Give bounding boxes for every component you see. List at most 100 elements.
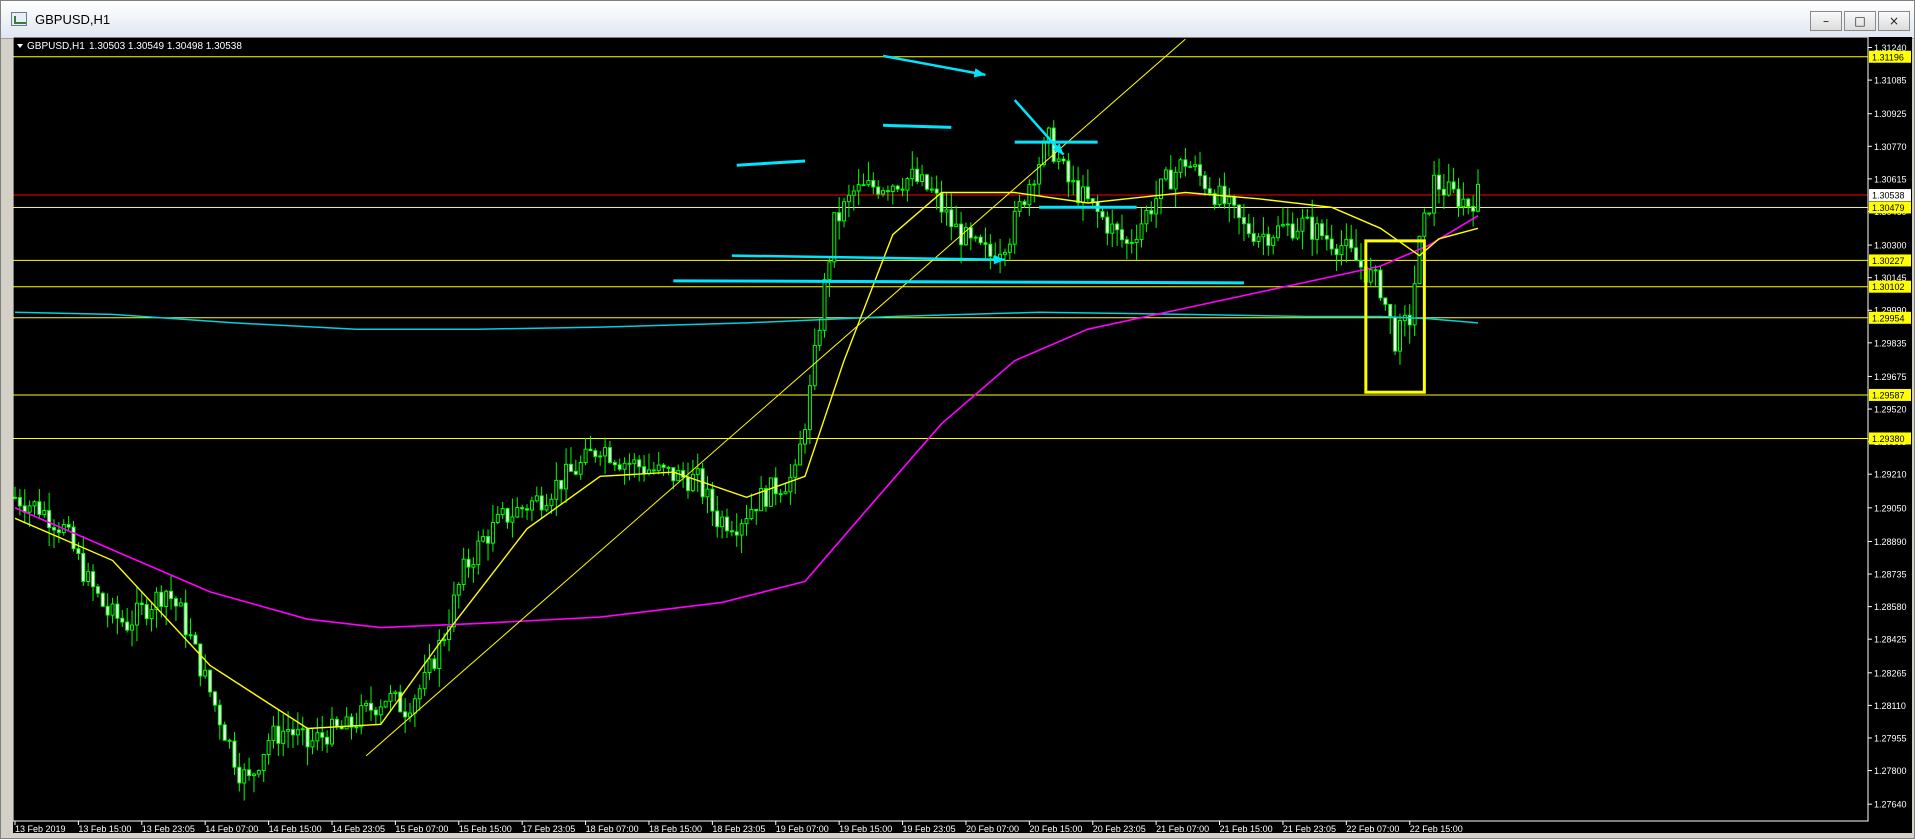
price-tick-label: 1.28110 — [1874, 701, 1906, 711]
candle-body — [612, 461, 617, 466]
candle-body — [208, 669, 213, 693]
candle-body — [47, 510, 52, 529]
level-badge-label: 1.29587 — [1872, 390, 1905, 400]
candle-body — [505, 508, 510, 523]
time-tick-label: 18 Feb 15:00 — [649, 824, 702, 833]
candle-body — [788, 476, 793, 493]
candle-body — [822, 279, 827, 331]
candle-body — [720, 516, 725, 528]
candle-body — [1476, 183, 1480, 212]
candle-body — [1100, 211, 1105, 218]
candle-body — [827, 261, 832, 281]
candle-body — [876, 186, 881, 195]
candle-body — [159, 591, 164, 607]
candle-body — [1344, 238, 1349, 247]
candle-body — [1368, 269, 1373, 283]
current-price-badge: 1.30538 — [1872, 191, 1905, 201]
candle-body — [71, 526, 76, 550]
time-tick-label: 13 Feb 2019 — [15, 824, 66, 833]
chart-area[interactable]: 1.312401.310851.309251.307701.306151.304… — [12, 36, 1912, 834]
candle-body — [881, 190, 886, 195]
candle-body — [715, 510, 720, 528]
price-tick-label: 1.30300 — [1874, 241, 1907, 251]
candle-body — [568, 463, 573, 472]
time-tick-label: 21 Feb 07:00 — [1156, 824, 1209, 833]
level-badge-label: 1.29954 — [1872, 313, 1905, 323]
candle-body — [895, 185, 900, 190]
close-button[interactable]: × — [1878, 11, 1910, 31]
candle-body — [281, 730, 286, 744]
chart-header: GBPUSD,H1 1.30503 1.30549 1.30498 1.3053… — [17, 41, 242, 52]
candles-layer — [13, 120, 1480, 801]
candle-body — [320, 732, 325, 738]
candle-body — [695, 468, 700, 475]
chart-menu-icon[interactable] — [17, 44, 23, 48]
price-tick-label: 1.29675 — [1874, 372, 1907, 382]
candle-body — [1115, 223, 1120, 231]
candle-body — [710, 488, 715, 512]
maximize-button[interactable]: □ — [1844, 11, 1876, 31]
resistance-segment-0 — [736, 159, 806, 167]
candle-body — [1071, 180, 1076, 183]
candle-body — [856, 184, 861, 192]
candle-body — [627, 462, 632, 465]
ma-slow-line — [14, 215, 1479, 629]
candle-body — [968, 227, 973, 239]
candle-body — [1080, 186, 1085, 204]
candle-body — [915, 168, 920, 182]
candle-body — [676, 470, 681, 482]
candle-body — [637, 459, 642, 468]
candle-body — [481, 536, 486, 542]
candle-body — [778, 493, 783, 496]
candle-body — [1305, 216, 1310, 219]
time-tick-label: 19 Feb 23:05 — [903, 824, 956, 833]
price-tick-label: 1.30925 — [1874, 109, 1907, 119]
price-tick-label: 1.28580 — [1874, 602, 1907, 612]
candle-body — [1032, 183, 1037, 186]
candle-body — [1358, 260, 1363, 268]
candle-body — [344, 716, 349, 730]
candle-body — [910, 168, 915, 180]
level-badge-label: 1.30227 — [1872, 256, 1905, 266]
candle-body — [554, 479, 559, 500]
candle-body — [846, 194, 851, 203]
candle-body — [476, 540, 481, 566]
minimize-button[interactable]: – — [1810, 11, 1842, 31]
candle-body — [1383, 297, 1388, 305]
candle-body — [1066, 160, 1071, 183]
price-chart[interactable]: 1.312401.310851.309251.307701.306151.304… — [12, 36, 1912, 834]
candle-body — [1129, 241, 1134, 244]
candle-body — [17, 497, 22, 507]
candle-body — [1193, 164, 1198, 168]
candle-body — [368, 702, 373, 711]
candle-body — [1295, 230, 1300, 239]
candle-body — [510, 516, 515, 523]
candle-body — [1076, 180, 1081, 204]
time-tick-label: 20 Feb 23:05 — [1093, 824, 1146, 833]
candle-body — [334, 718, 339, 727]
arrow-line-0 — [882, 54, 986, 77]
chart-window: GBPUSD,H1 – □ × 1.31240 1.31085 1.30925 1.3… — [0, 0, 1915, 839]
candle-body — [325, 736, 330, 745]
candle-body — [388, 693, 393, 702]
candle-body — [617, 464, 622, 470]
candle-body — [539, 495, 544, 511]
candle-body — [1378, 269, 1383, 299]
candle-body — [1178, 159, 1183, 173]
time-tick-label: 20 Feb 15:00 — [1029, 824, 1082, 833]
arrow-head-0 — [973, 68, 986, 78]
candle-body — [905, 178, 910, 191]
candle-body — [95, 586, 100, 594]
level-badge-label: 1.31196 — [1872, 52, 1904, 62]
candle-body — [978, 236, 983, 244]
candle-body — [934, 188, 939, 194]
ma-long-line — [14, 311, 1479, 330]
candle-body — [651, 469, 656, 472]
candle-body — [295, 729, 300, 736]
candle-body — [837, 212, 842, 222]
candle-body — [1319, 223, 1324, 237]
time-tick-label: 19 Feb 15:00 — [839, 824, 892, 833]
candle-body — [1339, 245, 1344, 256]
candle-body — [768, 477, 773, 507]
candle-body — [1202, 175, 1207, 190]
